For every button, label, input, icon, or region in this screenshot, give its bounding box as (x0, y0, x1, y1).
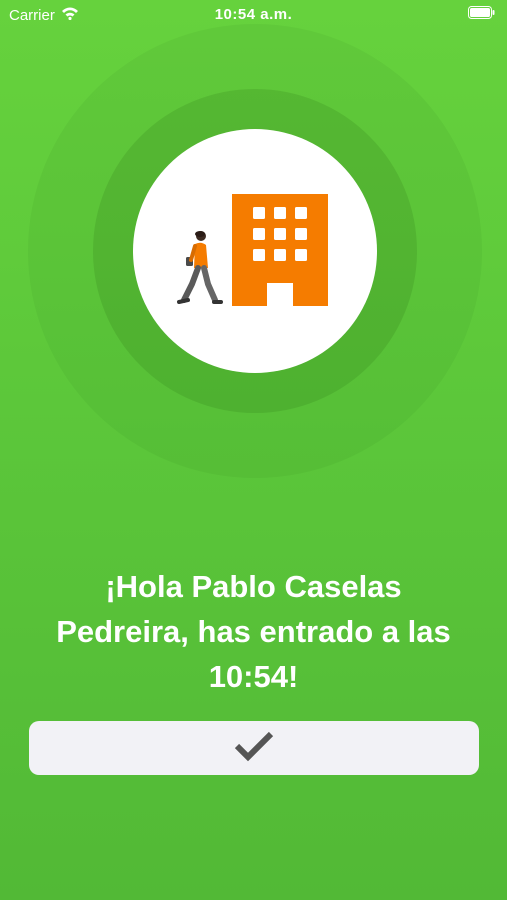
checkmark-icon (233, 730, 275, 767)
building-icon (232, 194, 328, 306)
status-right (468, 6, 495, 23)
welcome-message: ¡Hola Pablo Caselas Pedreira, has entrad… (20, 564, 487, 699)
welcome-message-line-1: ¡Hola Pablo Caselas (105, 569, 402, 604)
person-icon (177, 231, 223, 304)
person-walking-to-building-icon (170, 186, 340, 314)
status-time: 10:54 a.m. (214, 6, 293, 23)
welcome-message-line-2: Pedreira, has entrado a las (56, 614, 451, 649)
confirm-button[interactable] (29, 721, 479, 775)
battery-icon (468, 6, 495, 23)
welcome-message-line-3: 10:54! (208, 659, 299, 694)
